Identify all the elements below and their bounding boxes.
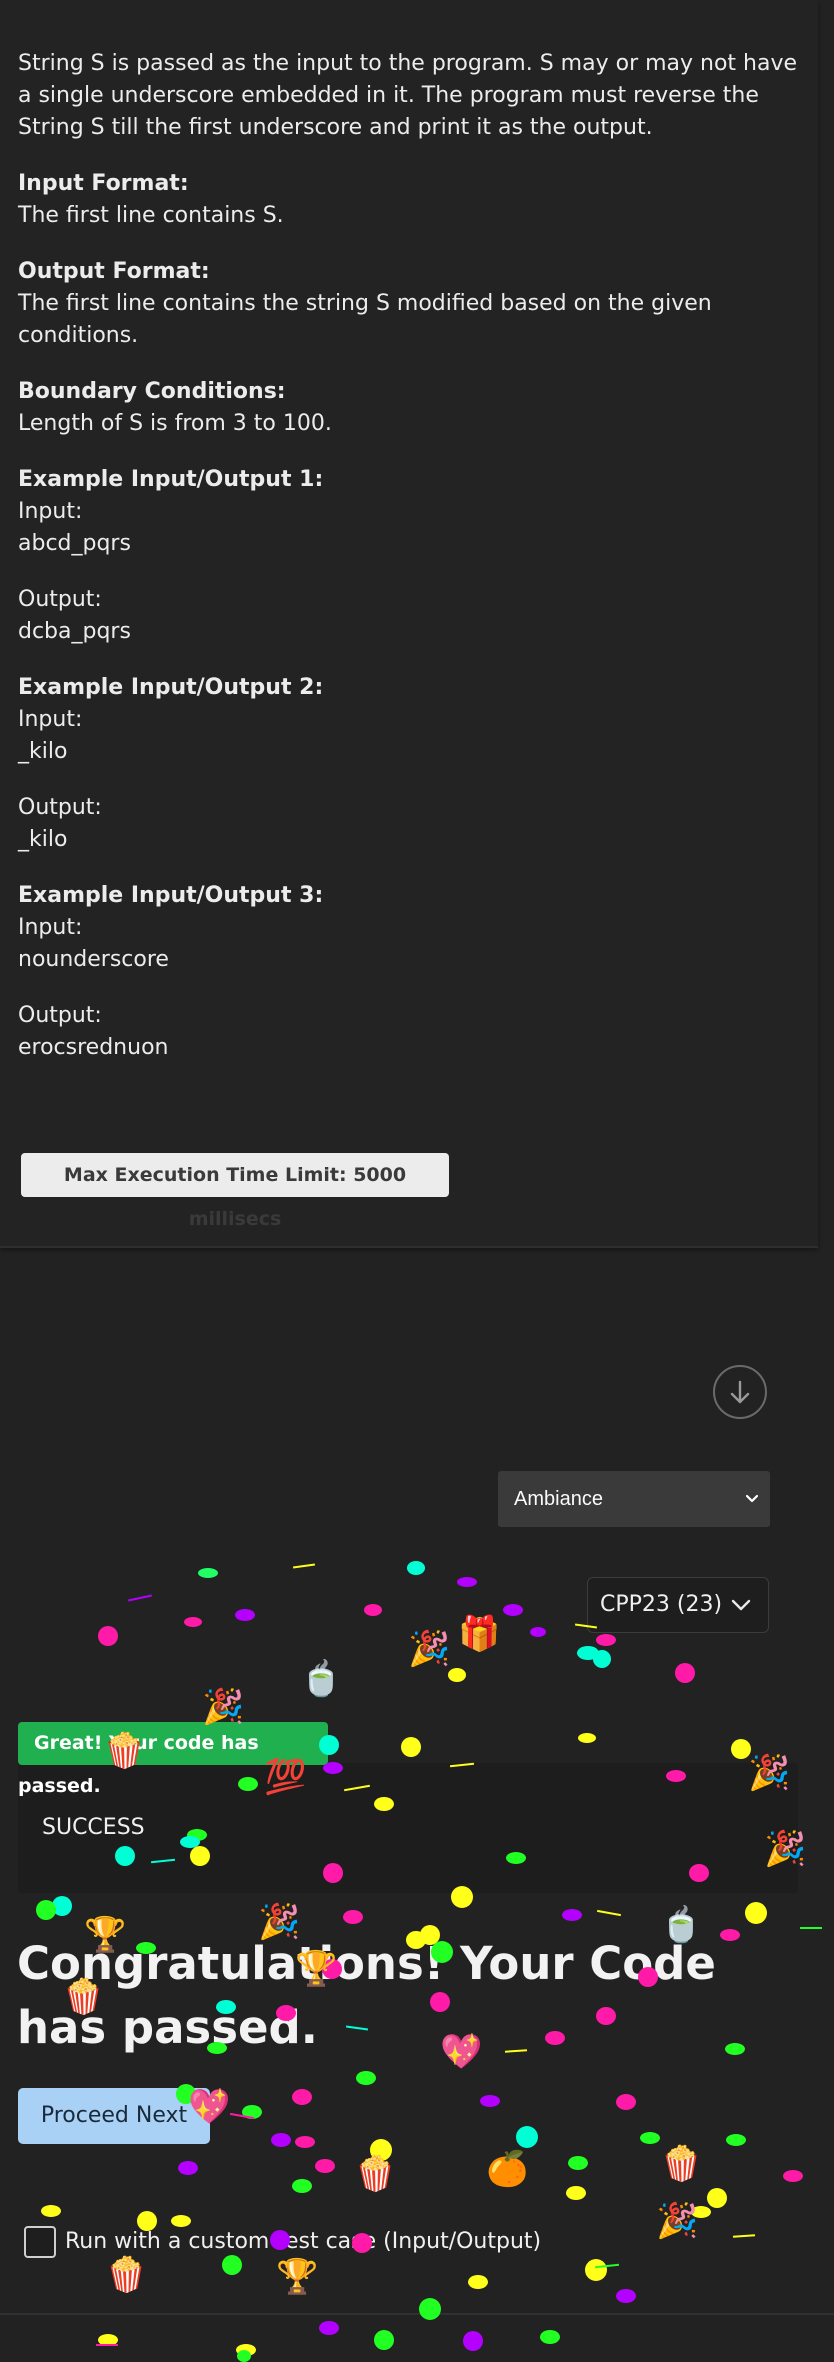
example-input-label: Input: bbox=[18, 707, 83, 732]
congratulations-heading: Congratulations! Your Code has passed. bbox=[17, 1937, 716, 2054]
svg-text:🍿: 🍿 bbox=[354, 2154, 396, 2194]
proceed-next-button[interactable]: Proceed Next bbox=[18, 2088, 210, 2144]
scroll-down-button[interactable] bbox=[713, 1365, 767, 1419]
example-1-input: Example Input/Output 1: Input: abcd_pqrs bbox=[18, 464, 808, 560]
example-input-value: nounderscore bbox=[18, 947, 169, 972]
boundary-heading: Boundary Conditions: bbox=[18, 379, 286, 404]
svg-text:🍵: 🍵 bbox=[300, 1658, 342, 1699]
example-heading: Example Input/Output 2: bbox=[18, 675, 324, 700]
divider bbox=[0, 2313, 834, 2315]
ambiance-select[interactable]: Ambiance bbox=[498, 1471, 770, 1527]
chevron-down-icon bbox=[731, 1599, 751, 1611]
svg-text:🏆: 🏆 bbox=[276, 2257, 318, 2297]
example-output-label: Output: bbox=[18, 1003, 102, 1028]
example-input-label: Input: bbox=[18, 499, 83, 524]
example-2-output: Output: _kilo bbox=[18, 792, 808, 856]
language-select-value: CPP23 (23) bbox=[600, 1592, 723, 1617]
custom-test-label: Run with a custom test case (Input/Outpu… bbox=[65, 2229, 542, 2254]
status-text: SUCCESS bbox=[42, 1815, 145, 1840]
result-panel: SUCCESS bbox=[18, 1763, 798, 1893]
boundary-text: Length of S is from 3 to 100. bbox=[18, 411, 332, 436]
example-output-value: dcba_pqrs bbox=[18, 619, 131, 644]
svg-text:🎉: 🎉 bbox=[202, 1687, 244, 1727]
example-3-output: Output: erocsrednuon bbox=[18, 1000, 808, 1064]
boundary-section: Boundary Conditions: Length of S is from… bbox=[18, 376, 808, 440]
example-output-value: erocsrednuon bbox=[18, 1035, 169, 1060]
svg-text:🎉: 🎉 bbox=[656, 2201, 698, 2241]
example-heading: Example Input/Output 1: bbox=[18, 467, 324, 492]
problem-card: String S is passed as the input to the p… bbox=[0, 0, 818, 1248]
input-format-section: Input Format: The first line contains S. bbox=[18, 168, 808, 232]
example-input-value: abcd_pqrs bbox=[18, 531, 131, 556]
problem-description: String S is passed as the input to the p… bbox=[18, 51, 798, 140]
output-format-text: The first line contains the string S mod… bbox=[18, 291, 712, 348]
example-input-value: _kilo bbox=[18, 739, 68, 764]
example-output-label: Output: bbox=[18, 795, 102, 820]
input-format-heading: Input Format: bbox=[18, 171, 189, 196]
svg-text:🎁: 🎁 bbox=[458, 1614, 500, 1654]
language-select[interactable]: CPP23 (23) bbox=[587, 1577, 769, 1633]
svg-text:🍊: 🍊 bbox=[486, 2149, 530, 2189]
example-1-output: Output: dcba_pqrs bbox=[18, 584, 808, 648]
example-output-value: _kilo bbox=[18, 827, 68, 852]
example-2-input: Example Input/Output 2: Input: _kilo bbox=[18, 672, 808, 768]
svg-text:🍿: 🍿 bbox=[105, 2255, 147, 2295]
ambiance-select-value: Ambiance bbox=[514, 1488, 603, 1510]
example-3-input: Example Input/Output 3: Input: noundersc… bbox=[18, 880, 808, 976]
status-badge: Great! Your code has passed. bbox=[18, 1722, 328, 1797]
time-limit-badge: Max Execution Time Limit: 5000 millisecs bbox=[21, 1153, 449, 1230]
output-format-heading: Output Format: bbox=[18, 259, 210, 284]
chevron-down-icon bbox=[745, 1494, 759, 1503]
example-output-label: Output: bbox=[18, 587, 102, 612]
arrow-down-circle-icon bbox=[730, 1380, 750, 1404]
output-format-section: Output Format: The first line contains t… bbox=[18, 256, 808, 352]
example-input-label: Input: bbox=[18, 915, 83, 940]
svg-text:🎉: 🎉 bbox=[408, 1629, 450, 1669]
input-format-text: The first line contains S. bbox=[18, 203, 284, 228]
problem-statement: String S is passed as the input to the p… bbox=[18, 48, 808, 1088]
example-heading: Example Input/Output 3: bbox=[18, 883, 324, 908]
custom-test-checkbox[interactable] bbox=[24, 2226, 56, 2258]
svg-text:🍿: 🍿 bbox=[660, 2144, 702, 2184]
